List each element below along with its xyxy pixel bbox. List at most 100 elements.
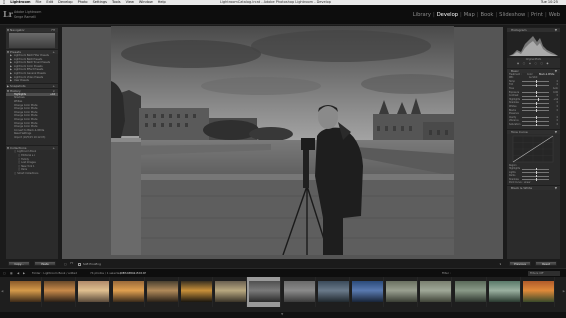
identity-line-1: Adobe Lightroom [14, 10, 42, 14]
filmstrip-thumbnail[interactable] [76, 277, 111, 307]
filmstrip-thumbnail[interactable] [350, 277, 384, 307]
tone-curve-graph[interactable] [507, 134, 560, 164]
menu-item[interactable]: Edit [46, 0, 53, 4]
slider-saturation: Saturation 0 [509, 122, 558, 127]
filmstrip-thumbnail[interactable] [42, 277, 77, 307]
navigator-preview[interactable] [9, 33, 55, 48]
copy-button[interactable]: Copy... [8, 261, 30, 266]
paste-button[interactable]: Paste [34, 261, 56, 266]
thumbnail-image [215, 281, 247, 302]
module-library[interactable]: Library [413, 12, 431, 18]
slider-track[interactable] [522, 98, 549, 101]
filmstrip-thumbnail[interactable] [247, 277, 282, 307]
before-after-icon[interactable]: YY [70, 261, 73, 267]
view-mode-icon[interactable]: ▢ [64, 261, 67, 267]
slider-track[interactable] [522, 94, 549, 98]
filmstrip-thumbnail[interactable] [487, 277, 521, 307]
menu-item[interactable]: Lightroom [10, 0, 30, 4]
menu-item[interactable]: View [126, 0, 134, 4]
adjustment-brush-icon[interactable]: ● [547, 62, 549, 65]
radial-filter-icon[interactable]: ◯ [540, 62, 542, 65]
previous-button[interactable]: Previous [509, 261, 531, 266]
menu-item[interactable]: Settings [93, 0, 107, 4]
forward-arrow-icon[interactable]: ▶ [23, 269, 25, 277]
filmstrip-thumbnail[interactable] [145, 277, 179, 307]
filmstrip-thumbnail[interactable] [316, 277, 350, 307]
slider-track[interactable] [522, 178, 549, 182]
module-web[interactable]: Web [549, 12, 560, 18]
filmstrip-scroll-right-icon[interactable]: ▶ [563, 289, 565, 293]
crop-tool-icon[interactable]: ▣ [517, 62, 519, 65]
bottom-panel-toggle-bar[interactable]: ▼ [0, 312, 566, 318]
filmstrip-thumbnail[interactable] [418, 277, 453, 307]
collection-icon: ▢ [18, 168, 21, 172]
slider-track[interactable] [522, 174, 549, 178]
thumbnail-image [146, 281, 178, 302]
bw-header[interactable]: Black & White ▼ [507, 185, 560, 191]
filmstrip-thumbnail[interactable] [282, 277, 316, 307]
slider-track[interactable] [522, 83, 549, 87]
thumbnail-image [112, 281, 144, 302]
navigator-header[interactable]: ▼ Navigator FIT [6, 27, 58, 32]
module-print[interactable]: Print [531, 12, 543, 18]
left-panel-buttons: Copy... Paste [6, 261, 58, 267]
slider-track[interactable] [522, 80, 549, 83]
toolbar-menu-icon[interactable]: ▾ [500, 261, 501, 267]
filmstrip-thumbnail[interactable] [8, 277, 42, 307]
menu-item[interactable]: Photo [78, 0, 88, 4]
thumbnail-image [10, 281, 41, 302]
right-panel-buttons: Previous Reset [507, 261, 560, 267]
filmstrip-thumbnail[interactable] [453, 277, 487, 307]
slider-knob[interactable] [535, 123, 537, 127]
apple-menu-icon[interactable]:  [3, 0, 5, 4]
history-step[interactable]: Import (10/5/15 10:12:03) [6, 136, 58, 140]
collection-item[interactable]: ▢Smart Collections [6, 172, 58, 176]
collection-icon: ▢ [18, 154, 21, 158]
slider-track[interactable] [522, 116, 549, 119]
menu-item[interactable]: Window [139, 0, 153, 4]
photo-canvas[interactable] [111, 26, 454, 255]
second-window-icon[interactable]: ▢ [3, 269, 6, 277]
slider-track[interactable] [522, 105, 549, 109]
menu-item[interactable]: Tools [112, 0, 121, 4]
soft-proofing-checkbox[interactable] [78, 262, 81, 266]
tone-curve-header[interactable]: Tone Curve ▼ [507, 128, 560, 134]
histogram-header[interactable]: Histogram ▼ [507, 27, 560, 32]
grid-view-icon[interactable]: ▦ [10, 269, 13, 277]
slider-track[interactable] [522, 101, 549, 105]
module-book[interactable]: Book [481, 12, 494, 18]
collapse-filmstrip-icon[interactable]: ▼ [281, 312, 283, 316]
collections-list: ▢Lightroom Book ▢Editorial s.c ▢Family ▢Los… [6, 150, 58, 175]
thumbnail-image [386, 281, 418, 302]
thumbnail-image [523, 281, 554, 302]
slider-track[interactable] [522, 171, 549, 174]
slider-track[interactable] [522, 123, 549, 127]
filmstrip-thumbnail[interactable] [521, 277, 555, 307]
collection-icon: ▢ [14, 150, 17, 154]
presets-list: ▶ Lightroom B&W Filter Presets ▶ Lightroom … [6, 54, 58, 83]
reset-button[interactable]: Reset [535, 261, 557, 266]
module-slideshow[interactable]: Slideshow [499, 12, 525, 18]
filmstrip-thumbnail[interactable] [111, 277, 145, 307]
filter-select[interactable]: Filters Off [528, 270, 560, 276]
back-arrow-icon[interactable]: ◀ [17, 269, 19, 277]
filmstrip-thumbnail[interactable] [213, 277, 248, 307]
menu-item[interactable]: Develop [58, 0, 72, 4]
filmstrip-thumbnail[interactable] [179, 277, 213, 307]
graduated-filter-icon[interactable]: ▢ [535, 62, 537, 65]
module-map[interactable]: Map [464, 12, 475, 18]
red-eye-icon[interactable]: ◉ [529, 62, 531, 65]
menu-item[interactable]: Help [158, 0, 166, 4]
filmstrip-scroll-left-icon[interactable]: ◀ [1, 289, 3, 293]
slider-track[interactable] [522, 91, 549, 94]
spot-removal-icon[interactable]: ◯ [523, 62, 525, 65]
slider-track[interactable] [522, 119, 549, 123]
right-panel: Histogram ▼ Original Photo ▣ ◯ ◉ ▢ ◯ ● Ba… [507, 27, 560, 259]
filmstrip-thumbnail[interactable] [384, 277, 419, 307]
source-path[interactable]: Folder : Lightroom Book / edited [32, 269, 77, 277]
identity-line-2: Serge Ramelli [14, 15, 37, 19]
slider-track[interactable] [522, 167, 549, 171]
slider-track[interactable] [522, 109, 549, 112]
menu-item[interactable]: File [36, 0, 42, 4]
module-develop[interactable]: Develop [437, 12, 458, 18]
